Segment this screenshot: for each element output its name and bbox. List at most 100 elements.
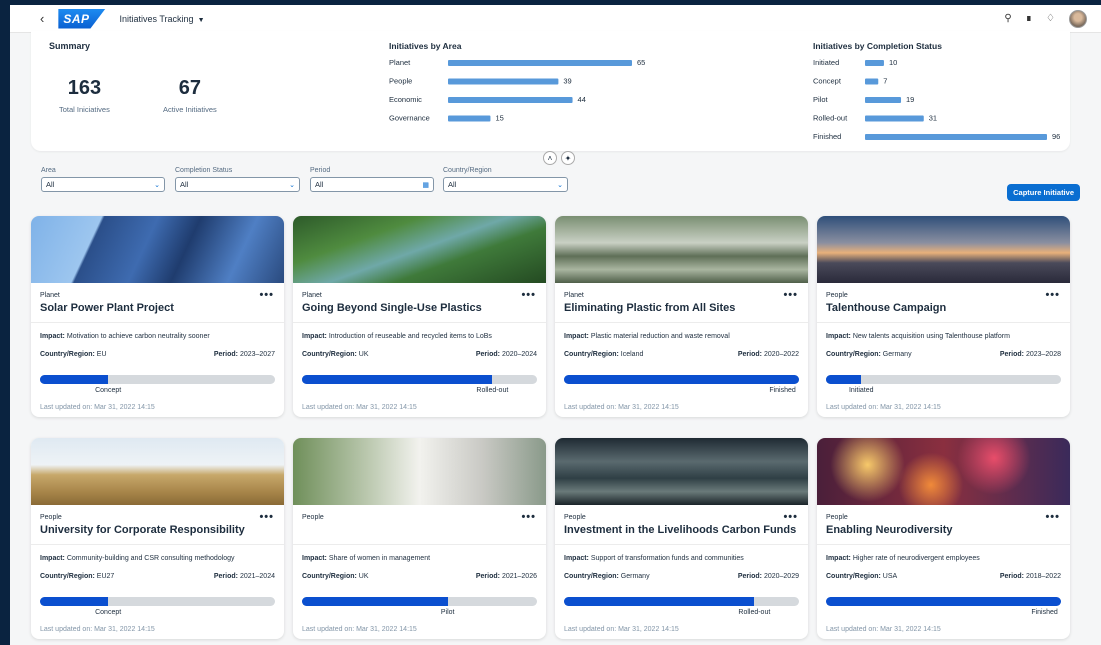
more-options-icon[interactable]: ••• [259,289,274,301]
chart-bar[interactable] [865,78,879,85]
progress-bar [302,375,537,384]
card-header: People University for Corporate Responsib… [31,505,284,545]
country-label: Country/Region: [826,351,881,358]
stage-row: Concept [40,387,275,399]
filter-status: Completion Status All ⌄ [175,167,300,192]
card-country: Country/Region: EU27 [40,573,114,580]
kpi-active-label: Active Initiatives [163,105,217,114]
filter-period-input[interactable]: All ▦ [310,177,434,192]
progress-bar [826,375,1061,384]
country-label: Country/Region: [40,351,95,358]
country-label: Country/Region: [302,573,357,580]
card-last-updated: Last updated on: Mar 31, 2022 14:15 [302,626,417,633]
filter-area-label: Area [41,167,56,174]
chart-category-label: Concept [813,77,842,86]
progress-bar [302,597,537,606]
stage-row: Initiated [826,387,1061,399]
more-options-icon[interactable]: ••• [259,511,274,523]
initiative-card[interactable]: People University for Corporate Responsib… [31,438,284,639]
chart-bar[interactable] [448,115,491,122]
filter-status-select[interactable]: All ⌄ [175,177,300,192]
card-impact: Impact: Higher rate of neurodivergent em… [826,555,1061,562]
card-meta-row: Country/Region: Iceland Period: 2020–2022 [564,351,799,358]
card-body: Impact: Plastic material reduction and w… [555,323,808,417]
copilot-icon[interactable]: ∎ [1026,13,1032,24]
chart-bar[interactable] [865,115,924,122]
country-label: Country/Region: [40,573,95,580]
more-options-icon[interactable]: ••• [1045,289,1060,301]
more-options-icon[interactable]: ••• [1045,511,1060,523]
calendar-icon[interactable]: ▦ [422,181,429,189]
impact-value: Community-building and CSR consulting me… [66,555,235,562]
period-label: Period: [475,573,500,580]
progress-bar [564,375,799,384]
filter-bar: Area All ⌄ Completion Status All ⌄ Period … [31,167,1080,201]
chevron-down-icon: ⌄ [154,181,160,189]
app-title: Initiatives Tracking [119,13,194,24]
chart-bar[interactable] [448,97,573,103]
card-area: People [302,514,324,521]
app-title-menu[interactable]: Initiatives Tracking ▼ [120,14,205,24]
chart-bar[interactable] [865,97,902,103]
card-country: Country/Region: EU [40,351,107,358]
user-avatar[interactable] [1069,9,1087,28]
filter-period: Period All ▦ [310,167,434,192]
collapse-header-button[interactable]: ˄ [543,151,557,165]
more-options-icon[interactable]: ••• [521,511,536,523]
card-period: Period: 2018–2022 [1000,573,1061,580]
chart-category-label: Finished [813,132,841,141]
card-meta-row: Country/Region: Germany Period: 2023–2028 [826,351,1061,358]
impact-value: New talents acquisition using Talenthous… [852,333,1010,340]
progress-fill [826,375,862,384]
stage-row: Finished [564,387,799,399]
more-options-icon[interactable]: ••• [521,289,536,301]
chart-value-label: 15 [495,114,503,123]
initiative-card[interactable]: Planet Solar Power Plant Project ••• Impact… [31,216,284,417]
chart-bar[interactable] [448,60,632,66]
initiative-card[interactable]: Planet Eliminating Plastic from All Sites… [555,216,808,417]
card-area: People [564,514,586,521]
capture-initiative-button[interactable]: Capture Initiative [1007,184,1080,201]
country-value: UK [358,573,369,580]
filter-period-value: All [315,180,324,189]
country-value: EU [96,351,107,358]
card-title: Solar Power Plant Project [40,302,174,314]
initiative-card[interactable]: People Talenthouse Campaign ••• Impact: New… [817,216,1070,417]
city-skyline-image [817,216,1070,283]
impact-label: Impact: [40,555,65,562]
initiative-card[interactable]: People ••• Impact: Share of women in manag… [293,438,546,639]
progress-fill [40,597,109,606]
filter-area-select[interactable]: All ⌄ [41,177,165,192]
card-period: Period: 2020–2022 [738,351,799,358]
card-header: Planet Solar Power Plant Project ••• [31,283,284,323]
chevron-down-icon: ▼ [197,16,205,24]
more-options-icon[interactable]: ••• [783,511,798,523]
back-button[interactable]: ‹ [40,11,44,26]
notification-bell-icon[interactable]: ♢ [1046,13,1055,24]
chart-bar[interactable] [448,78,559,85]
card-body: Impact: Motivation to achieve carbon neu… [31,323,284,417]
country-value: Iceland [620,351,644,358]
card-country: Country/Region: Germany [826,351,912,358]
initiative-card[interactable]: People Investment in the Livelihoods Carb… [555,438,808,639]
card-stage: Pilot [440,609,455,616]
stage-row: Finished [826,609,1061,621]
card-meta-row: Country/Region: UK Period: 2021–2026 [302,573,537,580]
progress-fill [564,375,799,384]
initiative-card[interactable]: People Enabling Neurodiversity ••• Impact: … [817,438,1070,639]
chart-category-label: Economic [389,95,422,104]
card-country: Country/Region: USA [826,573,897,580]
pin-header-button[interactable]: ✦ [561,151,575,165]
chart-category-label: Planet [389,58,411,67]
filter-country-select[interactable]: All ⌄ [443,177,568,192]
more-options-icon[interactable]: ••• [783,289,798,301]
chart-bar[interactable] [865,134,1047,140]
card-body: Impact: Share of women in management Coun… [293,545,546,639]
impact-label: Impact: [302,555,327,562]
period-label: Period: [999,573,1024,580]
kpi-active: 67 Active Initiatives [163,77,217,114]
search-icon[interactable]: ⚲ [1004,13,1011,24]
initiative-card[interactable]: Planet Going Beyond Single-Use Plastics ••… [293,216,546,417]
filter-country-label: Country/Region [443,167,492,174]
chart-bar[interactable] [865,60,884,66]
